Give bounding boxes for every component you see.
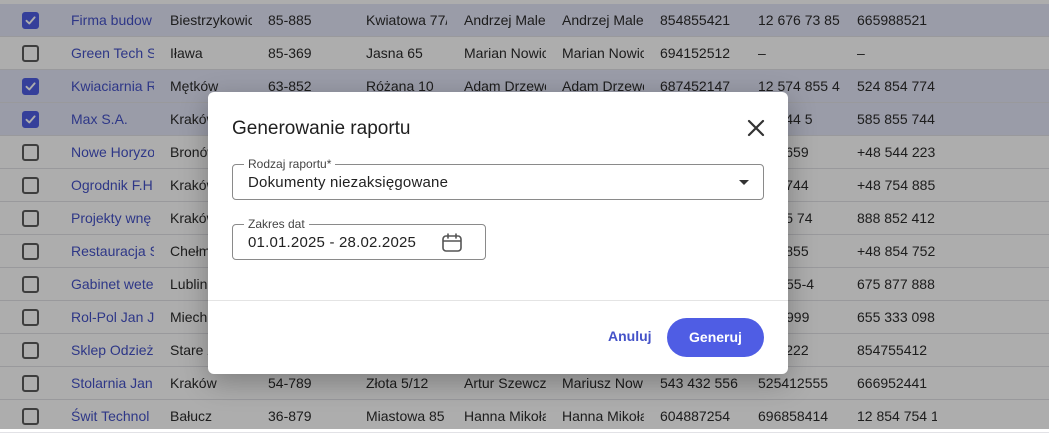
report-type-label: Rodzaj raportu* bbox=[244, 156, 336, 172]
date-range-value[interactable]: 01.01.2025 - 28.02.2025 bbox=[248, 234, 416, 251]
report-type-value: Dokumenty niezaksięgowane bbox=[248, 174, 449, 191]
dialog-divider bbox=[208, 300, 788, 301]
close-button[interactable] bbox=[744, 116, 768, 140]
generate-button[interactable]: Generuj bbox=[667, 318, 764, 357]
calendar-icon[interactable] bbox=[441, 232, 463, 254]
chevron-down-icon[interactable] bbox=[739, 180, 749, 185]
dialog-title: Generowanie raportu bbox=[232, 118, 411, 139]
close-icon bbox=[747, 119, 765, 137]
date-range-label: Zakres dat bbox=[244, 216, 309, 232]
cancel-button[interactable]: Anuluj bbox=[608, 328, 652, 344]
report-dialog: Generowanie raportu Rodzaj raportu* Doku… bbox=[208, 92, 788, 374]
report-type-select[interactable]: Rodzaj raportu* Dokumenty niezaksięgowan… bbox=[232, 156, 764, 200]
date-range-field[interactable]: Zakres dat 01.01.2025 - 28.02.2025 bbox=[232, 216, 486, 260]
